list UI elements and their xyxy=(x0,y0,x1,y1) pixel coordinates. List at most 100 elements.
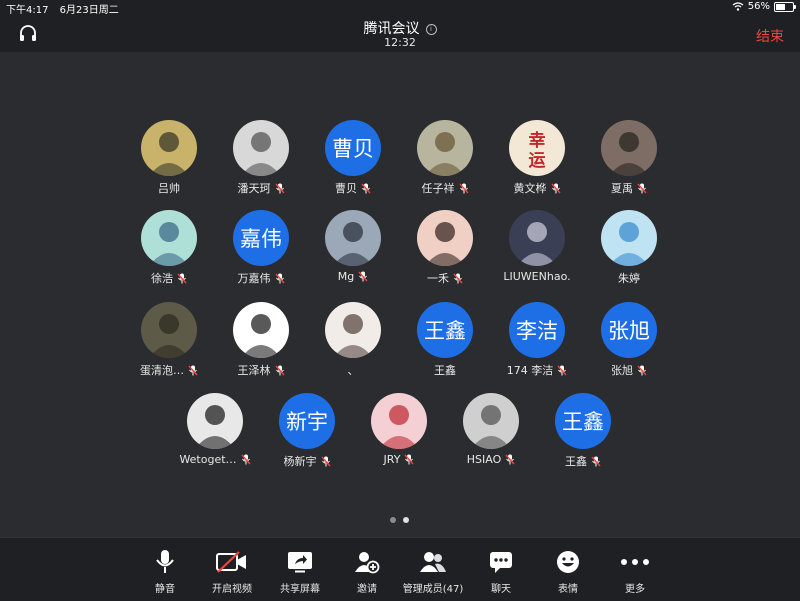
participant-name-row: HSIAO xyxy=(446,453,536,466)
participant-tile[interactable]: Mg xyxy=(308,210,398,283)
toolbar-button-share-screen[interactable]: 共享屏幕 xyxy=(265,548,335,595)
participant-avatar[interactable] xyxy=(325,210,381,266)
participant-avatar[interactable] xyxy=(187,393,243,449)
participant-avatar[interactable]: 张旭 xyxy=(601,302,657,358)
participant-tile[interactable]: JRY xyxy=(354,393,444,466)
participant-avatar[interactable]: 嘉伟 xyxy=(233,210,289,266)
participant-name: Mg xyxy=(337,270,355,283)
mic-muted-icon xyxy=(453,273,463,284)
participant-tile[interactable]: 王鑫 王鑫 xyxy=(538,393,628,469)
participant-name: 潘天珂 xyxy=(237,182,271,195)
mic-muted-icon xyxy=(591,456,601,467)
toolbar-button-microphone[interactable]: 静音 xyxy=(130,548,200,595)
toolbar-button-emoji[interactable]: 表情 xyxy=(533,548,603,595)
participant-name-row: 吕帅 xyxy=(124,180,214,196)
participant-tile[interactable]: 曹贝 曹贝 xyxy=(308,120,398,196)
participant-tile[interactable]: 王鑫 王鑫 xyxy=(400,302,490,378)
mic-muted-icon xyxy=(274,365,285,376)
participant-avatar[interactable] xyxy=(141,210,197,266)
toolbar-button-chat[interactable]: 聊天 xyxy=(466,548,536,595)
participant-name-row: 蛋清泡… xyxy=(124,362,214,378)
participant-avatar[interactable] xyxy=(141,302,197,358)
participant-avatar[interactable] xyxy=(417,210,473,266)
end-meeting-button[interactable]: 结束 xyxy=(756,26,784,46)
participant-tile[interactable]: 王泽林 xyxy=(216,302,306,378)
participant-tile[interactable]: Wetoget… xyxy=(170,393,260,466)
participant-avatar[interactable] xyxy=(509,210,565,266)
mic-muted-icon xyxy=(505,454,515,465)
participant-tile[interactable]: 吕帅 xyxy=(124,120,214,196)
participant-avatar[interactable] xyxy=(233,302,289,358)
page-dot-active[interactable] xyxy=(403,517,409,523)
participant-tile[interactable]: 嘉伟 万嘉伟 xyxy=(216,210,306,286)
info-icon[interactable]: i xyxy=(425,24,437,35)
participant-tile[interactable]: 蛋清泡… xyxy=(124,302,214,378)
toolbar-button-video-off[interactable]: 开启视频 xyxy=(197,548,267,595)
participant-tile[interactable]: 、 xyxy=(308,302,398,378)
toolbar-label: 管理成员(47) xyxy=(402,584,464,595)
participant-name: 、 xyxy=(347,364,359,377)
participant-name: 曹贝 xyxy=(335,182,357,195)
status-bar: 下午4:17 6月23日周二 56% xyxy=(0,0,800,16)
svg-text:运: 运 xyxy=(529,151,546,171)
mic-muted-icon xyxy=(274,273,285,284)
participant-avatar[interactable] xyxy=(233,120,289,176)
participant-avatar[interactable] xyxy=(325,302,381,358)
participant-avatar[interactable]: 王鑫 xyxy=(555,393,611,449)
participant-avatar[interactable] xyxy=(371,393,427,449)
participant-tile[interactable]: 幸运黄文桦 xyxy=(492,120,582,196)
mic-muted-icon xyxy=(404,454,414,465)
participant-avatar[interactable]: 曹贝 xyxy=(325,120,381,176)
participant-tile[interactable]: 朱婷 xyxy=(584,210,674,286)
participant-name-row: 174 李洁 xyxy=(492,362,582,378)
participant-name: 王鑫 xyxy=(565,455,587,468)
meeting-title[interactable]: 腾讯会议 i xyxy=(0,18,800,38)
participant-name-row: Wetoget… xyxy=(170,453,260,466)
participant-tile[interactable]: 夏禹 xyxy=(584,120,674,196)
chat-icon xyxy=(466,548,536,576)
participant-tile[interactable]: 张旭 张旭 xyxy=(584,302,674,378)
toolbar-button-invite[interactable]: 邀请 xyxy=(332,548,402,595)
page-indicator[interactable] xyxy=(390,517,409,523)
participant-name-row: 曹贝 xyxy=(308,180,398,196)
participant-name: HSIAO xyxy=(466,453,502,466)
participant-name-row: 、 xyxy=(308,362,398,378)
mic-muted-icon xyxy=(177,273,187,284)
participant-tile[interactable]: 新宇 杨新宇 xyxy=(262,393,352,469)
participant-avatar[interactable]: 王鑫 xyxy=(417,302,473,358)
participant-tile[interactable]: 任子祥 xyxy=(400,120,490,196)
svg-text:幸: 幸 xyxy=(529,130,546,151)
participant-avatar[interactable]: 幸运 xyxy=(509,120,565,176)
participant-name: 徐浩 xyxy=(151,272,173,285)
participant-avatar[interactable] xyxy=(601,210,657,266)
participant-avatar[interactable]: 新宇 xyxy=(279,393,335,449)
microphone-icon xyxy=(130,548,200,576)
participant-avatar[interactable] xyxy=(601,120,657,176)
participant-tile[interactable]: 一禾 xyxy=(400,210,490,286)
participant-avatar[interactable] xyxy=(417,120,473,176)
participant-name: 黄文桦 xyxy=(513,182,547,195)
page-dot[interactable] xyxy=(390,517,396,523)
participant-avatar[interactable] xyxy=(141,120,197,176)
mic-muted-icon xyxy=(458,183,469,194)
participant-name-row: 王泽林 xyxy=(216,362,306,378)
participant-tile[interactable]: LIUWENhao. xyxy=(492,210,582,283)
participant-tile[interactable]: 潘天珂 xyxy=(216,120,306,196)
toolbar-button-more[interactable]: 更多 xyxy=(600,548,670,595)
participant-name: 王鑫 xyxy=(434,364,456,377)
participant-name-row: Mg xyxy=(308,270,398,283)
participant-avatar[interactable] xyxy=(463,393,519,449)
participant-avatar[interactable]: 李洁 xyxy=(509,302,565,358)
meeting-title-text: 腾讯会议 xyxy=(363,21,420,37)
participant-name-row: 王鑫 xyxy=(538,453,628,469)
participant-tile[interactable]: 徐浩 xyxy=(124,210,214,286)
mic-muted-icon xyxy=(637,365,647,376)
toolbar-button-members[interactable]: 管理成员(47) xyxy=(398,548,468,595)
participant-tile[interactable]: HSIAO xyxy=(446,393,536,466)
participant-name-row: 一禾 xyxy=(400,270,490,286)
participant-name-row: 王鑫 xyxy=(400,362,490,378)
participant-tile[interactable]: 李洁 174 李洁 xyxy=(492,302,582,378)
participant-name: 任子祥 xyxy=(421,182,455,195)
participant-name: 张旭 xyxy=(611,364,633,377)
mic-muted-icon xyxy=(361,183,371,194)
